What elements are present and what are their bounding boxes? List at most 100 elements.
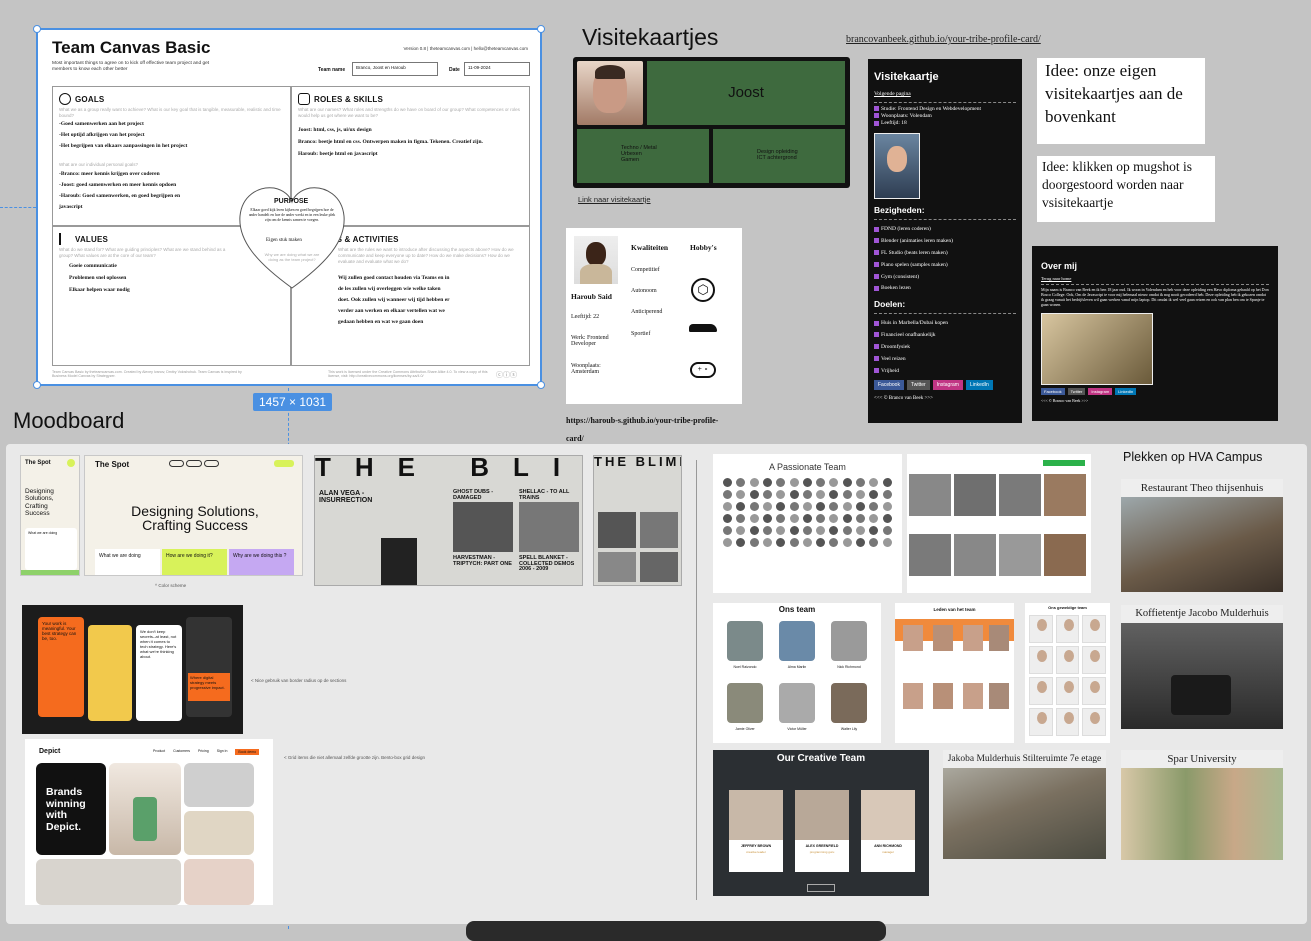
leden-team-shot: Leden van het team	[895, 603, 1014, 743]
team-face-thumb	[882, 526, 892, 535]
team-face-thumb	[842, 502, 852, 511]
moodboard-heading: Moodboard	[13, 408, 125, 433]
team-face-thumb	[789, 538, 799, 547]
idea-note-2: Idee: klikken op mugshot is doorgestoord…	[1037, 156, 1215, 222]
team-face-thumb	[869, 478, 879, 487]
flag-icon	[59, 233, 71, 245]
team-face-thumb	[762, 514, 772, 523]
team-face-thumb	[816, 538, 826, 547]
passionate-team-shot: A Passionate Team	[713, 454, 902, 593]
joost-background-tile: Design opleiding ICT achtergrond	[713, 129, 845, 183]
team-face-thumb	[749, 502, 759, 511]
team-face-thumb	[869, 490, 879, 499]
branco-next-link[interactable]: Volgende pagina	[874, 91, 1016, 97]
team-face-thumb	[816, 514, 826, 523]
team-face-thumb	[829, 514, 839, 523]
haroub-photo	[574, 236, 618, 284]
team-card-thumb	[1082, 708, 1106, 736]
resize-handle-tr[interactable]	[537, 25, 545, 33]
resize-handle-br[interactable]	[537, 381, 545, 389]
team-face-thumb	[816, 526, 826, 535]
bottom-toolbar[interactable]	[466, 921, 886, 941]
linkedin-button-2[interactable]: LinkedIn	[1115, 388, 1137, 395]
team-face-thumb	[842, 490, 852, 499]
idea-note-1: Idee: onze eigen visitekaartjes aan de b…	[1037, 58, 1205, 144]
place-restaurant: Restaurant Theo thijsenhuis	[1121, 479, 1283, 592]
team-face-thumb	[842, 526, 852, 535]
joost-card-link[interactable]: Link naar visitekaartje	[578, 195, 651, 204]
instagram-button[interactable]: Instagram	[932, 380, 963, 391]
joost-name: Joost	[728, 84, 764, 101]
instagram-button-2[interactable]: Instagram	[1088, 388, 1113, 395]
team-face-thumb	[856, 478, 866, 487]
team-face-thumb	[882, 478, 892, 487]
team-card-thumb	[1082, 646, 1106, 674]
team-face-thumb	[789, 490, 799, 499]
twitter-button[interactable]: Twitter	[906, 380, 930, 391]
team-face-thumb	[802, 502, 812, 511]
joost-card[interactable]: Joost Techno / Metal Urbexen Gamen Desig…	[573, 57, 850, 188]
purpose-answer: Eigen stuk maken	[266, 238, 302, 243]
team-face-thumb	[829, 478, 839, 487]
resize-handle-tl[interactable]	[33, 25, 41, 33]
haroub-card[interactable]: Kwaliteiten Hobby's Haroub Said Competit…	[566, 228, 742, 404]
date-field[interactable]: 11-09-2024	[464, 62, 530, 76]
team-face-thumb	[842, 538, 852, 547]
team-face-thumb	[749, 526, 759, 535]
team-card-thumb	[1055, 615, 1080, 643]
team-face-thumb	[736, 526, 746, 535]
twitter-button-2[interactable]: Twitter	[1067, 388, 1086, 395]
back-home-link[interactable]: Terug naar home	[1041, 276, 1269, 281]
canvas-title: Team Canvas Basic	[52, 38, 211, 57]
facebook-button-2[interactable]: Facebook	[1041, 388, 1065, 395]
place-stilteruimte: Jakoba Mulderhuis Stilteruimte 7e etage	[943, 750, 1106, 859]
over-mij-footer: <<< © Branco van Beek >>>	[1041, 398, 1089, 403]
top-profile-link[interactable]: brancovanbeek.github.io/your-tribe-profi…	[846, 34, 1041, 45]
team-face-thumb	[789, 514, 799, 523]
creative-team-shot: Our Creative Team JEFFREY BROWN creative…	[713, 750, 929, 896]
team-card-thumb	[1029, 615, 1053, 643]
team-card-thumb	[1055, 677, 1080, 705]
facebook-button[interactable]: Facebook	[874, 380, 904, 391]
football-icon: ⬡	[691, 278, 715, 302]
team-name-field[interactable]: Branco, Joost en Haroub	[352, 62, 438, 76]
team-face-thumb	[829, 490, 839, 499]
team-face-thumb	[723, 490, 732, 499]
team-face-thumb	[816, 490, 826, 499]
date-label: Date	[449, 67, 460, 73]
canvas-version: Version 0.8 | theteamcanvas.com | hello@…	[403, 46, 528, 51]
team-face-thumb	[882, 502, 892, 511]
branco-photo[interactable]	[874, 133, 920, 200]
team-face-thumb	[856, 514, 866, 523]
orange-phones-shot: Your work is meaningful. Your best strat…	[22, 605, 243, 734]
canvas-footer-left: Team Canvas Basic by theteamcanvas.com. …	[52, 370, 242, 378]
team-name-label: Team name	[318, 67, 346, 73]
over-mij-card[interactable]: Over mij Terug naar home Mijn naam is Br…	[1032, 246, 1278, 421]
team-face-thumb	[776, 526, 786, 535]
team-face-thumb	[856, 538, 866, 547]
team-face-thumb	[749, 538, 759, 547]
team-face-thumb	[882, 490, 892, 499]
team-face-thumb	[829, 526, 839, 535]
branco-card[interactable]: Visitekaartje Volgende pagina Studie: Fr…	[868, 59, 1022, 423]
haroub-name: Haroub Said	[571, 292, 612, 301]
team-face-thumb	[802, 538, 812, 547]
team-face-thumb	[829, 502, 839, 511]
team-face-thumb	[789, 502, 799, 511]
moodboard-divider	[696, 460, 697, 900]
spot-mobile-shot: The Spot Designing Solutions, Crafting S…	[20, 455, 80, 576]
team-face-thumb	[723, 514, 732, 523]
over-mij-photo	[1041, 313, 1153, 385]
team-face-thumb	[869, 538, 879, 547]
team-face-thumb	[749, 478, 759, 487]
linkedin-button[interactable]: LinkedIn	[965, 380, 993, 391]
team-face-thumb	[762, 490, 772, 499]
guide-horizontal	[0, 207, 36, 208]
team-face-thumb	[736, 514, 746, 523]
canvas-subtitle: Most important things to agree on to kic…	[52, 61, 210, 73]
team-canvas-frame[interactable]: Team Canvas Basic Version 0.8 | theteamc…	[33, 25, 545, 389]
branco-card-footer: <<< © Branco van Beek >>>	[874, 396, 933, 402]
team-face-thumb	[802, 526, 812, 535]
roles-title: ROLES & SKILLS	[314, 95, 384, 104]
resize-handle-bl[interactable]	[33, 381, 41, 389]
